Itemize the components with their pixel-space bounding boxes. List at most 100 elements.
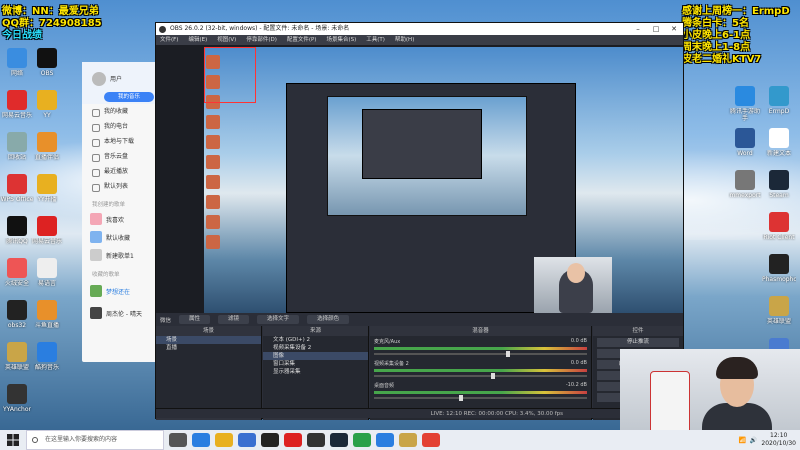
- menu-scene-collection[interactable]: 场景集合(S): [326, 35, 356, 45]
- filters-button[interactable]: 滤镜: [218, 315, 250, 324]
- slider-knob[interactable]: [491, 373, 496, 379]
- music-menu-local[interactable]: 本地与下载: [82, 134, 160, 149]
- obs-icon[interactable]: [261, 433, 279, 447]
- desktop-icon[interactable]: 新建文本: [762, 128, 796, 164]
- sources-header: 来源: [263, 326, 368, 336]
- now-playing[interactable]: 梦想还在: [82, 280, 160, 302]
- player-bar[interactable]: 周杰伦 - 晴天: [82, 302, 160, 324]
- desktop-icon[interactable]: 回收站: [0, 132, 34, 168]
- channel-name: 桌面音频: [374, 383, 395, 389]
- volume-icon[interactable]: 🔊: [750, 437, 757, 444]
- volume-slider[interactable]: [374, 351, 587, 357]
- desktop-icon[interactable]: 英雄联盟: [0, 342, 34, 378]
- desktop-icon[interactable]: 腾讯QQ: [0, 216, 34, 252]
- desktop-icon[interactable]: 腾讯手游助手: [728, 86, 762, 122]
- obs-preview[interactable]: [156, 45, 683, 313]
- volume-slider[interactable]: [374, 373, 587, 379]
- kugou-icon[interactable]: [376, 433, 394, 447]
- desktop-icon[interactable]: mmexport: [728, 170, 762, 206]
- music-menu-favorites[interactable]: 我的收藏: [82, 104, 160, 119]
- start-button[interactable]: [0, 430, 26, 450]
- desktop-icon[interactable]: YYAnchor: [0, 384, 34, 420]
- desktop-icon[interactable]: ErmpD: [762, 86, 796, 122]
- source-item[interactable]: 显示器采集: [263, 368, 368, 376]
- menu-docks[interactable]: 停靠部件(D): [246, 35, 277, 45]
- music-menu-recent[interactable]: 最近播放: [82, 164, 160, 179]
- menu-help[interactable]: 帮助(H): [395, 35, 414, 45]
- desktop-icon[interactable]: YY开播: [30, 174, 64, 210]
- my-music-button[interactable]: 我的音乐: [104, 92, 154, 102]
- music-app-window[interactable]: 用户 我的音乐 我的收藏 我的电台 本地与下载 音乐云盘 最近播放 默认列表 我…: [82, 62, 160, 362]
- league-icon[interactable]: [399, 433, 417, 447]
- explorer-icon[interactable]: [215, 433, 233, 447]
- network-icon[interactable]: 📶: [738, 437, 745, 444]
- music-menu-default-list[interactable]: 默认列表: [82, 179, 160, 194]
- desktop-icon[interactable]: YY: [30, 90, 64, 126]
- menu-edit[interactable]: 编辑(E): [188, 35, 207, 45]
- desktop-icon[interactable]: 直播伴侣: [30, 132, 64, 168]
- close-button[interactable]: ✕: [665, 23, 683, 35]
- desktop-icon[interactable]: Phasmophobia: [762, 254, 796, 290]
- source-item[interactable]: 图像: [263, 352, 368, 360]
- desktop-icon[interactable]: Steam: [762, 170, 796, 206]
- mixer-channel[interactable]: 视频采集设备 2 0.0 dB: [370, 358, 591, 380]
- clock[interactable]: 12:10 2020/10/30: [761, 432, 796, 448]
- desktop-icon[interactable]: 网易云音乐: [0, 90, 34, 126]
- desktop-icon[interactable]: WPS Office: [0, 174, 34, 210]
- avatar[interactable]: [92, 72, 106, 86]
- steam-icon[interactable]: [330, 433, 348, 447]
- netease-icon[interactable]: [284, 433, 302, 447]
- desktop-icon[interactable]: 斗鱼直播: [30, 300, 64, 336]
- maximize-button[interactable]: □: [647, 23, 665, 35]
- desktop-icon[interactable]: 易语言: [30, 258, 64, 294]
- volume-meter: [374, 347, 587, 350]
- source-item[interactable]: 窗口采集: [263, 360, 368, 368]
- volume-slider[interactable]: [374, 395, 587, 401]
- menu-profile[interactable]: 配置文件(P): [287, 35, 317, 45]
- mixer-channel[interactable]: 麦克风/Aux 0.0 dB: [370, 336, 591, 358]
- playlist-item[interactable]: 我喜欢: [82, 210, 160, 228]
- desktop-icon[interactable]: 火绒安全: [0, 258, 34, 294]
- desktop-icon-label: 网易云音乐: [1, 112, 32, 119]
- desktop-icon[interactable]: obs32: [0, 300, 34, 336]
- qq-icon[interactable]: [307, 433, 325, 447]
- minimize-button[interactable]: –: [629, 23, 647, 35]
- wechat-icon[interactable]: [353, 433, 371, 447]
- desktop-icon[interactable]: 英雄联盟: [762, 296, 796, 332]
- menu-view[interactable]: 视图(V): [217, 35, 236, 45]
- menu-file[interactable]: 文件(F): [160, 35, 178, 45]
- menu-tools[interactable]: 工具(T): [366, 35, 385, 45]
- app-icon: [37, 174, 57, 194]
- desktop-icon-label: 酷狗音乐: [34, 364, 59, 371]
- source-item[interactable]: 视频采集设备 2: [263, 344, 368, 352]
- desktop-icon[interactable]: OBS: [30, 48, 64, 84]
- select-color-button[interactable]: 选择颜色: [307, 315, 350, 324]
- slider-knob[interactable]: [506, 351, 511, 357]
- source-selection-box[interactable]: [204, 47, 256, 103]
- store-icon[interactable]: [238, 433, 256, 447]
- desktop-icon-label: Steam: [769, 192, 789, 199]
- mixer-channel[interactable]: 桌面音频 -10.2 dB: [370, 380, 591, 402]
- edge-icon[interactable]: [192, 433, 210, 447]
- desktop-icon[interactable]: Riot Client: [762, 212, 796, 248]
- scene-item[interactable]: 直播: [156, 344, 261, 352]
- scene-item[interactable]: 场景: [156, 336, 261, 344]
- chrome-icon[interactable]: [422, 433, 440, 447]
- source-item[interactable]: 文本 (GDI+) 2: [263, 336, 368, 344]
- desktop-icon-label: 新建文本: [766, 150, 791, 157]
- playlist-item[interactable]: 新建歌单1: [82, 246, 160, 264]
- obs-window[interactable]: OBS 26.0.2 (32-bit, windows) - 配置文件: 未命名…: [155, 22, 684, 420]
- desktop-icon[interactable]: 网络: [0, 48, 34, 84]
- stop-streaming-button[interactable]: 停止推流: [597, 338, 679, 347]
- select-text-button[interactable]: 选择文字: [257, 315, 300, 324]
- taskbar-search[interactable]: 在这里输入你要搜索的内容: [26, 430, 164, 450]
- playlist-item[interactable]: 默认收藏: [82, 228, 160, 246]
- desktop-icon[interactable]: 酷狗音乐: [30, 342, 64, 378]
- music-menu-cloud[interactable]: 音乐云盘: [82, 149, 160, 164]
- desktop-icon[interactable]: 网易云音乐: [30, 216, 64, 252]
- properties-button[interactable]: 属性: [179, 315, 211, 324]
- task-view-icon[interactable]: [169, 433, 187, 447]
- music-menu-radio[interactable]: 我的电台: [82, 119, 160, 134]
- slider-knob[interactable]: [459, 395, 464, 401]
- desktop-icon[interactable]: Word: [728, 128, 762, 164]
